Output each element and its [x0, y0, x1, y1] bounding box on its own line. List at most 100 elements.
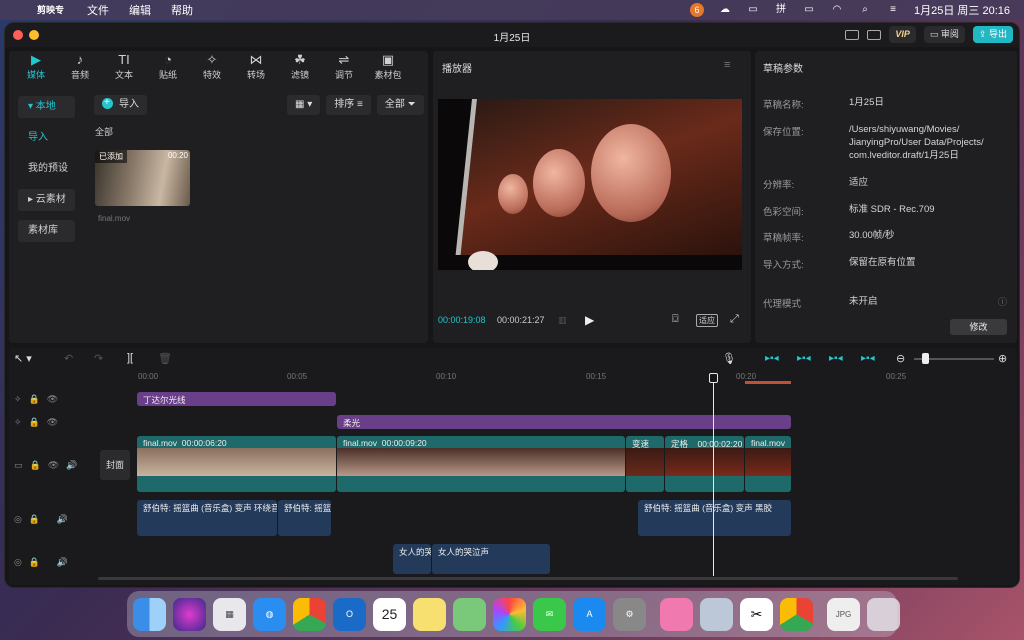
menu-edit[interactable]: 编辑: [129, 2, 151, 18]
sidebar-item-local[interactable]: ▾ 本地: [18, 96, 75, 118]
tab-sticker[interactable]: ◔ 贴纸: [146, 52, 190, 88]
link-icon[interactable]: ▸▪◂: [797, 353, 811, 364]
review-button[interactable]: ▭ 审阅: [923, 26, 965, 43]
playhead-handle[interactable]: [709, 373, 718, 383]
filter-button[interactable]: 全部 ⏷: [376, 95, 424, 115]
clock[interactable]: 1月25日 周三 20:16: [914, 2, 1010, 18]
safari-icon[interactable]: ◍: [253, 597, 286, 631]
video-clip[interactable]: final.mov 00:00:09:20: [337, 436, 625, 492]
split-icon[interactable]: ][: [127, 352, 133, 364]
cloud-icon[interactable]: ☁: [718, 4, 732, 16]
audio-clip[interactable]: 舒伯特: 摇篮曲 (音乐盒) 变声 黑胶: [638, 500, 791, 536]
timeline-scrollbar[interactable]: [98, 577, 958, 580]
timecode-grid-icon[interactable]: ▥: [558, 315, 567, 326]
preview-axis-icon[interactable]: ▸▪◂: [829, 353, 843, 364]
jpg-file-icon[interactable]: JPG: [827, 597, 860, 631]
effect-clip[interactable]: 柔光: [337, 415, 791, 429]
audio-track-header[interactable]: ◎🔒 🔊: [14, 557, 75, 568]
zoom-out-icon[interactable]: ⊖: [896, 352, 905, 365]
video-clip[interactable]: final.mov 00:00:06:20: [137, 436, 336, 492]
capcut-icon[interactable]: ✂: [740, 597, 773, 631]
screen-icon[interactable]: ▭: [746, 4, 760, 16]
effect-track-header[interactable]: ✧🔒👁: [14, 394, 65, 405]
audio-clip[interactable]: 舒伯特: 摇篮曲 (音乐盒) 变声 环绕音: [137, 500, 277, 536]
notes-icon[interactable]: [413, 597, 446, 631]
keyboard-icon[interactable]: [845, 29, 860, 40]
redo-icon[interactable]: ↷: [94, 352, 103, 365]
export-button[interactable]: ⇪ 导出: [972, 26, 1013, 43]
sidebar-item-import[interactable]: 导入: [18, 127, 75, 149]
video-preview[interactable]: [438, 99, 742, 270]
audio-clip[interactable]: 舒伯特: 摇篮曲: [278, 500, 331, 536]
messages-icon[interactable]: ✉: [533, 597, 566, 631]
effect-clip[interactable]: 丁达尔光线: [137, 392, 336, 406]
preview-icon[interactable]: [700, 597, 733, 631]
input-method-icon[interactable]: 拼: [774, 4, 788, 16]
settings-icon[interactable]: ⚙: [613, 597, 646, 631]
media-toolbar: 导入: [94, 93, 147, 115]
tab-audio[interactable]: ♪ 音频: [58, 52, 102, 88]
tab-package[interactable]: ▣ 素材包: [366, 52, 410, 88]
maps-icon[interactable]: [453, 597, 486, 631]
outlook-icon[interactable]: O: [333, 597, 366, 631]
select-tool-icon[interactable]: ↖ ▾: [14, 352, 32, 365]
effect-track-header[interactable]: ✧🔒👁: [14, 417, 65, 428]
control-center-icon[interactable]: ≡: [886, 4, 900, 16]
menu-icon[interactable]: ≡: [724, 59, 730, 71]
calendar-icon[interactable]: 25: [373, 597, 406, 631]
launchpad-icon[interactable]: ▦: [213, 597, 246, 631]
audio-clip[interactable]: 女人的哭: [393, 544, 431, 574]
time-ruler[interactable]: 00:00 00:05 00:10 00:15 00:20 00:25: [138, 372, 1016, 384]
view-mode-button[interactable]: ▦ ▾: [287, 95, 321, 115]
wifi-icon[interactable]: ◠: [830, 4, 844, 16]
video-clip[interactable]: 定格 00:00:02:20: [665, 436, 744, 492]
ratio-button[interactable]: 适应: [696, 314, 718, 327]
align-icon[interactable]: ▸▪◂: [861, 353, 875, 364]
zoom-slider-handle[interactable]: [922, 353, 929, 364]
sidebar-item-preset[interactable]: 我的预设: [18, 158, 75, 180]
search-icon[interactable]: ⌕: [858, 4, 872, 16]
photos-icon[interactable]: [493, 597, 526, 631]
delete-icon[interactable]: 🗑: [158, 352, 172, 365]
edit-params-button[interactable]: 修改: [950, 319, 1007, 335]
trash-icon[interactable]: [867, 597, 900, 631]
remote-icon[interactable]: [660, 597, 693, 631]
media-thumbnail[interactable]: 已添加 00:20: [95, 150, 190, 206]
tab-effects[interactable]: ✧ 特效: [190, 52, 234, 88]
sort-button[interactable]: 排序 ≡: [326, 95, 371, 115]
chrome-icon[interactable]: [780, 597, 813, 631]
tab-filter[interactable]: ☘ 滤镜: [278, 52, 322, 88]
cover-button[interactable]: 封面: [100, 450, 130, 480]
zoom-in-icon[interactable]: ⊕: [998, 352, 1007, 365]
video-clip[interactable]: 变速: [626, 436, 664, 492]
audio-track-header[interactable]: ◎🔒 🔊: [14, 514, 75, 525]
microphone-icon[interactable]: 🎙: [722, 352, 736, 365]
notification-badge[interactable]: 6: [690, 3, 704, 17]
undo-icon[interactable]: ↶: [64, 352, 73, 365]
menu-help[interactable]: 帮助: [171, 2, 193, 18]
sidebar-item-library[interactable]: 素材库: [18, 220, 75, 242]
sidebar-item-cloud[interactable]: ▸ 云素材: [18, 189, 75, 211]
tab-media[interactable]: ▶ 媒体: [14, 52, 58, 88]
audio-clip[interactable]: 女人的哭泣声: [432, 544, 550, 574]
tab-text[interactable]: TI 文本: [102, 52, 146, 88]
layout-icon[interactable]: [867, 29, 882, 40]
snap-icon[interactable]: ▸▪◂: [765, 353, 779, 364]
screenshot-icon[interactable]: ⌼: [672, 313, 679, 326]
help-icon[interactable]: ⓘ: [998, 295, 1007, 308]
vip-button[interactable]: VIP: [889, 26, 916, 43]
fullscreen-icon[interactable]: ⤢: [730, 313, 739, 326]
finder-icon[interactable]: [133, 597, 166, 631]
import-button[interactable]: 导入: [94, 93, 147, 115]
app-store-icon[interactable]: A: [573, 597, 606, 631]
menu-file[interactable]: 文件: [87, 2, 109, 18]
video-clip[interactable]: final.mov: [745, 436, 791, 492]
chrome-icon[interactable]: [293, 597, 326, 631]
tab-adjust[interactable]: ⇌ 调节: [322, 52, 366, 88]
playhead-line[interactable]: [713, 374, 714, 576]
siri-icon[interactable]: [173, 597, 206, 631]
battery-icon[interactable]: ▭: [802, 4, 816, 16]
tab-transition[interactable]: ⋈ 转场: [234, 52, 278, 88]
video-track-header[interactable]: ▭🔒👁🔊: [14, 460, 84, 471]
play-button[interactable]: ▶: [585, 313, 594, 327]
